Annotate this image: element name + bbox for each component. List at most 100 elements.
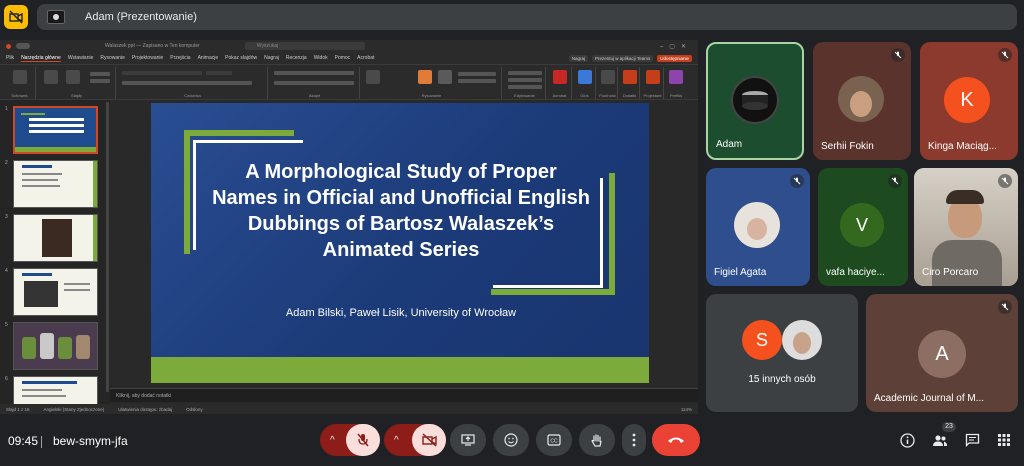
- leave-call-button[interactable]: [652, 424, 700, 456]
- ribbon-group-designer: Projektant: [642, 67, 664, 99]
- ribbon-group-clipboard: Schowek: [4, 67, 36, 99]
- tab-insert: Wstawianie: [67, 55, 94, 61]
- current-slide: A Morphological Study of Proper Names in…: [151, 103, 649, 383]
- meeting-code: bew-smym-jfa: [53, 434, 128, 448]
- presenter-thumbnail-icon: [47, 10, 65, 24]
- ribbon-tabs: Plik Narzędzia główne Wstawianie Rysowan…: [0, 52, 698, 64]
- tab-file: Plik: [6, 55, 15, 61]
- raise-hand-button[interactable]: [579, 424, 615, 456]
- mic-off-icon: [888, 174, 902, 188]
- slide-canvas: A Morphological Study of Proper Names in…: [110, 100, 698, 404]
- ribbon-group-slides: Slajdy: [38, 67, 116, 99]
- status-display: Odsłony: [186, 406, 203, 412]
- mic-options-chevron-icon[interactable]: ^: [330, 435, 335, 446]
- tab-view: Widok: [313, 55, 328, 61]
- avatar: S: [742, 320, 782, 360]
- meeting-controls-bar: 09:45 bew-smym-jfa ^ ^ CC 23: [0, 414, 1024, 466]
- participant-name: vafa haciye...: [826, 267, 885, 278]
- participant-name: Figiel Agata: [714, 267, 767, 278]
- powerpoint-titlebar: Walaszek ppt — Zapisano w Ten komputer W…: [0, 40, 698, 52]
- others-count-label: 15 innych osób: [748, 374, 816, 385]
- presenter-title: Adam (Prezentowanie): [85, 11, 197, 23]
- drum-icon: [742, 91, 768, 110]
- mic-off-icon: [790, 174, 804, 188]
- participant-tile-vafa[interactable]: V vafa haciye...: [818, 168, 908, 286]
- avatar: K: [944, 77, 990, 123]
- chat-icon: [965, 433, 979, 447]
- mic-off-icon: [998, 174, 1012, 188]
- avatar: [838, 76, 884, 122]
- slide-thumbnail: [13, 106, 98, 154]
- tab-review: Recenzja: [285, 55, 307, 61]
- shapes-icon: [418, 70, 432, 84]
- camera-options-chevron-icon[interactable]: ^: [394, 435, 399, 446]
- participant-tile-figiel[interactable]: Figiel Agata: [706, 168, 810, 286]
- camera-toggle-button[interactable]: [412, 424, 446, 456]
- status-slide: Slajd 1 z 16: [6, 406, 30, 412]
- participant-name: Kinga Maciąg...: [928, 141, 997, 152]
- tab-acrobat: Acrobat: [357, 55, 375, 61]
- document-name: Walaszek ppt — Zapisano w Ten komputer: [105, 43, 200, 49]
- ribbon-group-drawing: Rysowanie: [362, 67, 502, 99]
- reactions-button[interactable]: [493, 424, 529, 456]
- participant-tile-serhii[interactable]: Serhii Fokin: [813, 42, 911, 160]
- ribbon-group-voice: Głos: [574, 67, 596, 99]
- paste-icon: [13, 70, 27, 84]
- slide-thumbnail: [13, 160, 98, 208]
- participant-tile-academic-journal[interactable]: A Academic Journal of M...: [866, 294, 1018, 412]
- emoji-icon: [504, 433, 518, 447]
- slide-title: A Morphological Study of Proper Names in…: [212, 161, 590, 261]
- ribbon-group-acrobat: Acrobat: [548, 67, 572, 99]
- mic-off-icon: [998, 48, 1012, 62]
- present-button[interactable]: [450, 424, 486, 456]
- participant-tile-others[interactable]: S 15 innych osób: [706, 294, 858, 412]
- participant-name: Ciro Porcaro: [922, 267, 979, 278]
- ribbon-group-editing: Edytowanie: [504, 67, 546, 99]
- mic-toggle-button[interactable]: [346, 424, 380, 456]
- slide-thumbnail: [13, 268, 98, 316]
- svg-text:CC: CC: [550, 439, 558, 445]
- tab-animations: Animacje: [197, 55, 219, 61]
- more-options-button[interactable]: [622, 424, 646, 456]
- apps-grid-icon: [998, 434, 1010, 446]
- ribbon-group-addins: Dodatki: [620, 67, 640, 99]
- captions-button[interactable]: CC: [536, 424, 572, 456]
- tab-draw: Rysowanie: [100, 55, 125, 61]
- record-button: Nagraj: [568, 54, 589, 62]
- meeting-time: 09:45: [8, 434, 39, 448]
- ribbon-group-prefix: Prefiks: [666, 67, 686, 99]
- presenter-banner[interactable]: Adam (Prezentowanie): [37, 4, 1017, 30]
- participant-name: Serhii Fokin: [821, 141, 874, 152]
- camera-off-indicator-icon[interactable]: [4, 5, 28, 29]
- avatar: [782, 320, 822, 360]
- ribbon: Schowek Slajdy Czcionka Akapit Rysowanie…: [0, 64, 698, 100]
- participant-tile-adam[interactable]: Adam: [706, 42, 804, 160]
- participant-tile-kinga[interactable]: K Kinga Maciąg...: [920, 42, 1018, 160]
- tab-record: Nagraj: [264, 55, 279, 61]
- status-zoom: 114%: [680, 406, 692, 412]
- slide-thumbnail: [13, 322, 98, 370]
- tab-help: Pomoc: [334, 55, 351, 61]
- meeting-info-button[interactable]: [899, 432, 915, 448]
- ribbon-group-paragraph: Akapit: [270, 67, 360, 99]
- acrobat-icon: [553, 70, 567, 84]
- slide-thumbnails-pane: 1 2 3 4 5 6: [0, 100, 110, 414]
- activities-button[interactable]: [996, 432, 1012, 448]
- tab-home: Narzędzia główne: [21, 54, 61, 62]
- thumbnails-scrollbar: [106, 102, 109, 392]
- avatar: [734, 202, 780, 248]
- avatar: V: [840, 203, 884, 247]
- present-screen-icon: [461, 434, 475, 446]
- people-button[interactable]: [932, 432, 948, 448]
- window-controls: –▢✕: [659, 43, 692, 50]
- present-teams-button: Prezentuj w aplikacji Teams: [592, 54, 654, 62]
- autosave-toggle: [16, 43, 30, 49]
- shared-screen: Walaszek ppt — Zapisano w Ten komputer W…: [0, 40, 698, 414]
- speaker-notes: Kliknij, aby dodać notatki: [110, 388, 698, 402]
- participant-tile-ciro[interactable]: Ciro Porcaro: [914, 168, 1018, 286]
- captions-icon: CC: [547, 434, 561, 446]
- mic-off-icon: [891, 48, 905, 62]
- top-bar: Adam (Prezentowanie): [0, 0, 1024, 34]
- chat-button[interactable]: [964, 432, 980, 448]
- avatar: A: [918, 330, 966, 378]
